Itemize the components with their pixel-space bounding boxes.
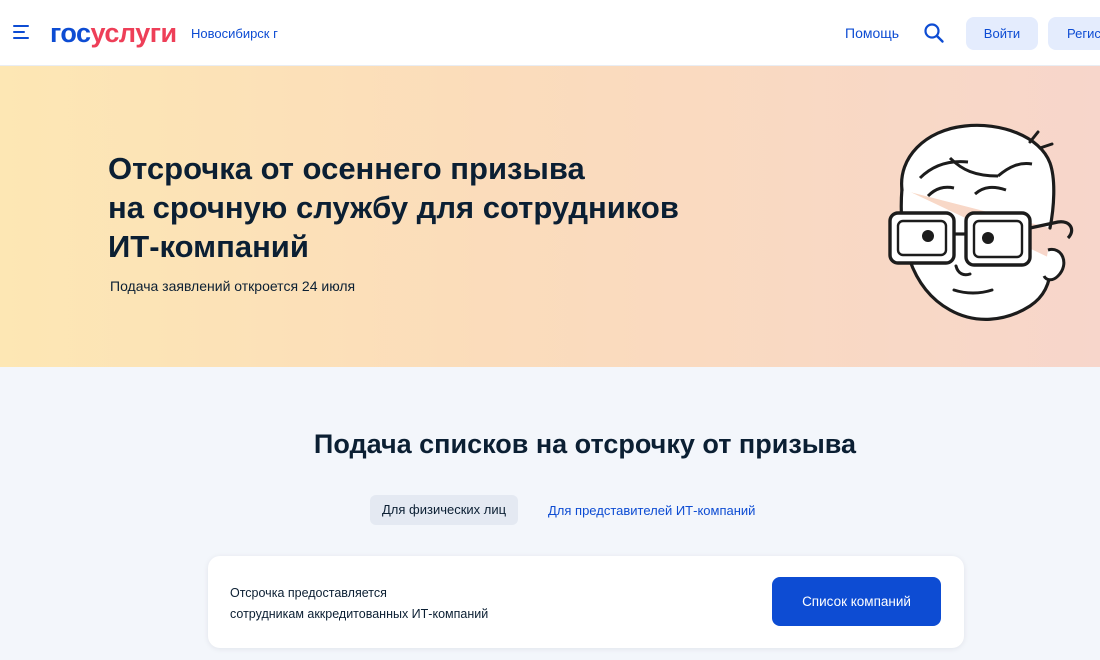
register-button[interactable]: Регистрация — [1048, 17, 1100, 50]
search-icon[interactable] — [922, 21, 946, 45]
section-title: Подача списков на отсрочку от призыва — [313, 429, 857, 459]
banner-title-line-2: на срочную службу для сотрудников — [108, 190, 679, 225]
card-text-line-2: сотрудникам аккредитованных ИТ-компаний — [230, 607, 489, 621]
tab-individuals[interactable]: Для физических лиц — [370, 495, 519, 525]
logo-gos-text: гос — [50, 18, 91, 48]
card-description: Отсрочка предоставляется сотрудникам акк… — [230, 583, 488, 625]
logo-uslugi-text: услуги — [90, 18, 178, 48]
banner-subtitle: Подача заявлений откроется 24 июля — [110, 278, 356, 294]
company-list-button[interactable]: Список компаний — [772, 577, 941, 626]
login-button[interactable]: Войти — [966, 17, 1038, 50]
info-card: Отсрочка предоставляется сотрудникам акк… — [208, 556, 964, 648]
person-with-glasses-illustration — [888, 123, 1074, 321]
city-selector[interactable]: Новосибирск г — [191, 26, 278, 41]
tab-it-company-representatives[interactable]: Для представителей ИТ-компаний — [548, 503, 755, 518]
banner-title-line-3: ИТ-компаний — [108, 229, 309, 264]
card-text-line-1: Отсрочка предоставляется — [230, 586, 387, 600]
banner-title: Отсрочка от осеннего призыва на срочную … — [108, 149, 788, 266]
top-header: госуслуги Новосибирск г Помощь Войти Рег… — [0, 0, 1100, 66]
burger-menu-icon[interactable] — [13, 25, 31, 41]
hero-banner: Отсрочка от осеннего призыва на срочную … — [0, 66, 1100, 367]
banner-title-line-1: Отсрочка от осеннего призыва — [108, 151, 585, 186]
help-link[interactable]: Помощь — [845, 25, 899, 41]
gosuslugi-logo[interactable]: госуслуги — [50, 18, 177, 48]
